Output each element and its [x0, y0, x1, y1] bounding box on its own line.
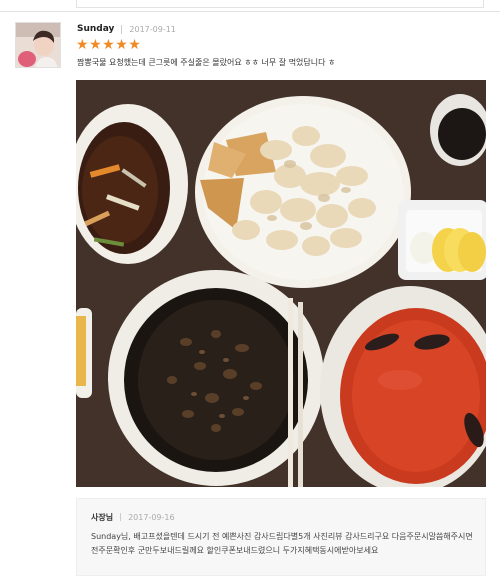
reply-meta: 사장님 2017-09-16 [91, 511, 471, 523]
avatar [15, 22, 61, 68]
reply-date: 2017-09-16 [128, 512, 175, 522]
star-icon: ★ [76, 37, 89, 53]
star-icon: ★ [102, 37, 115, 53]
reply-author: 사장님 [91, 512, 114, 522]
review-author: Sunday [77, 24, 115, 34]
reply-meta-divider [120, 513, 122, 521]
avatar-image [16, 23, 60, 67]
meta-divider [121, 24, 123, 34]
previous-review-box [76, 0, 484, 8]
review-meta: Sunday 2017-09-11 [77, 22, 176, 36]
review-photo[interactable] [76, 80, 486, 487]
previous-review-bottom [0, 0, 500, 12]
star-rating: ★ ★ ★ ★ ★ [76, 38, 141, 52]
owner-reply: 사장님 2017-09-16 Sunday님, 배고프셨을텐데 드시기 전 예쁜… [76, 498, 486, 576]
review-date: 2017-09-11 [129, 24, 176, 34]
star-icon: ★ [89, 37, 102, 53]
reply-text: Sunday님, 배고프셨을텐데 드시기 전 예쁜사진 감사드립다별5개 사진리… [91, 532, 473, 555]
review-text: 짬뽕국물 요청했는데 큰그릇에 주실줄은 몰랐어요 ㅎㅎ 너무 잘 먹었답니다 … [77, 58, 336, 67]
review-item: Sunday 2017-09-11 ★ ★ ★ ★ ★ 짬뽕국물 요청했는데 큰… [0, 12, 500, 576]
star-icon: ★ [115, 37, 128, 53]
star-icon: ★ [128, 37, 141, 53]
food-photo-image [76, 80, 486, 487]
